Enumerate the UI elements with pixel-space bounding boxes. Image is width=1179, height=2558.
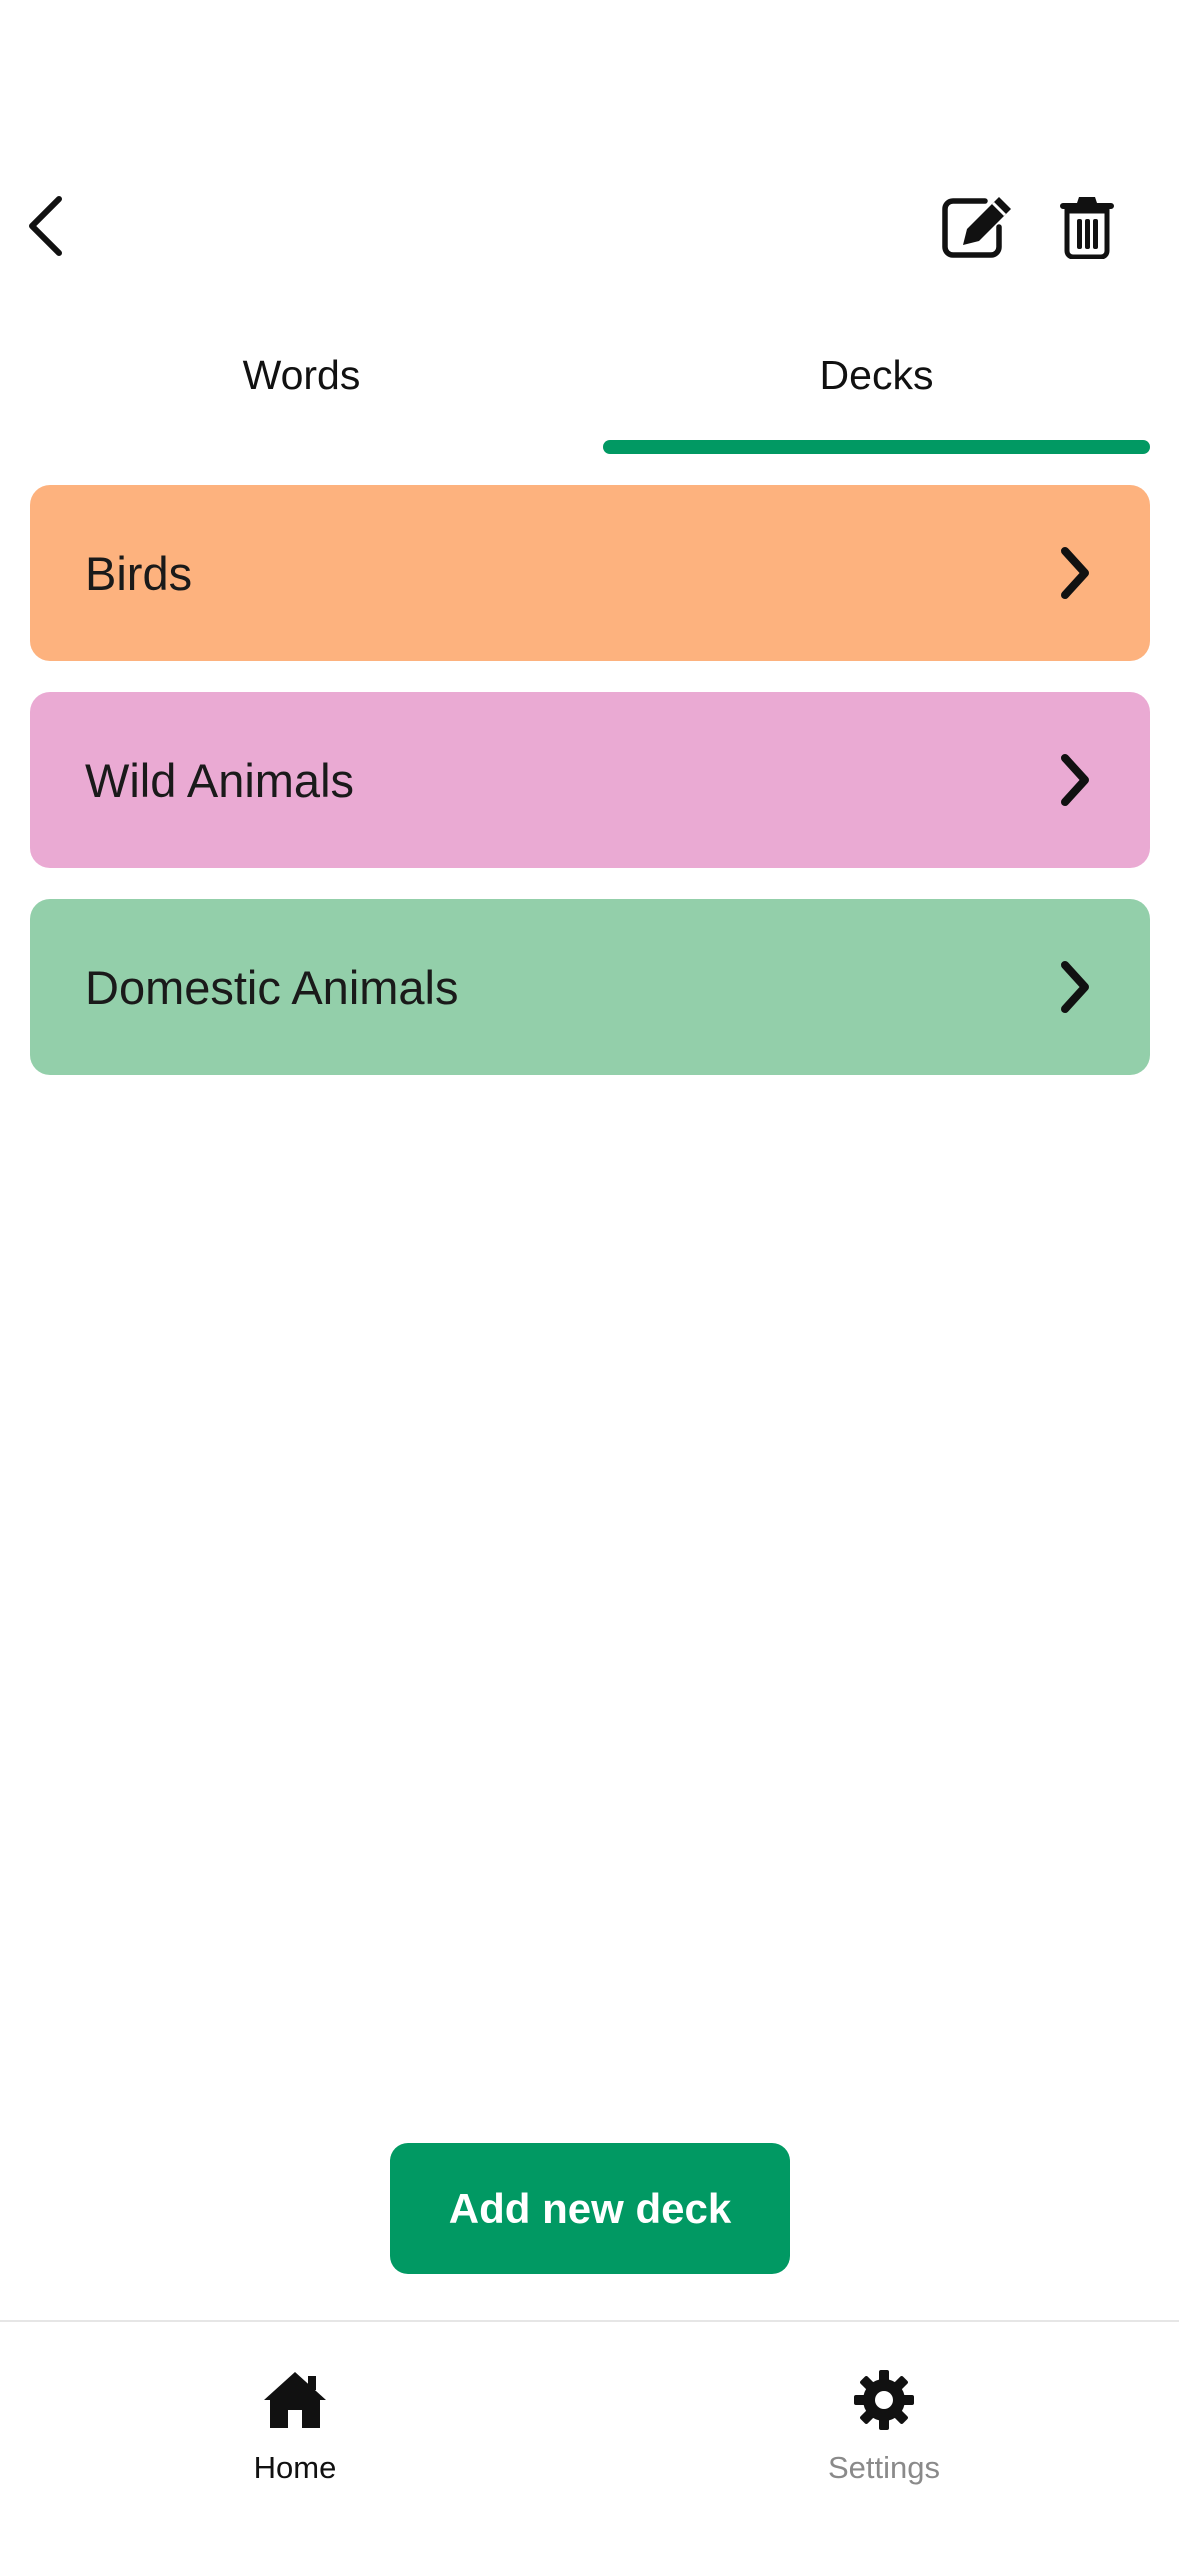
chevron-right-icon — [1045, 750, 1105, 810]
deck-label: Domestic Animals — [85, 960, 459, 1014]
top-bar — [0, 0, 1179, 300]
deck-label: Birds — [85, 546, 193, 600]
edit-button[interactable] — [938, 190, 1016, 262]
edit-icon — [942, 197, 1011, 258]
back-button[interactable] — [14, 190, 76, 262]
deck-list: Birds Wild Animals Domestic Animals — [30, 485, 1150, 1106]
tab-words[interactable]: Words — [0, 330, 603, 460]
gear-icon — [848, 2364, 920, 2436]
trash-icon — [1060, 197, 1114, 259]
deck-item-birds[interactable]: Birds — [30, 485, 1150, 661]
nav-settings[interactable]: Settings — [754, 2342, 1014, 2502]
tab-decks-label: Decks — [819, 352, 934, 398]
active-tab-indicator — [603, 440, 1150, 454]
tab-words-label: Words — [242, 352, 361, 398]
nav-home[interactable]: Home — [165, 2342, 425, 2502]
deck-item-wild-animals[interactable]: Wild Animals — [30, 692, 1150, 868]
chevron-right-icon — [1045, 957, 1105, 1017]
add-new-deck-button[interactable]: Add new deck — [390, 2143, 790, 2274]
bottom-nav: Home Settings — [0, 2320, 1179, 2558]
chevron-left-icon — [29, 196, 62, 256]
chevron-right-icon — [1045, 543, 1105, 603]
home-icon — [259, 2364, 331, 2436]
deck-item-domestic-animals[interactable]: Domestic Animals — [30, 899, 1150, 1075]
deck-label: Wild Animals — [85, 753, 355, 807]
nav-settings-label: Settings — [827, 2450, 940, 2485]
delete-button[interactable] — [1053, 190, 1121, 262]
nav-home-label: Home — [253, 2450, 337, 2485]
